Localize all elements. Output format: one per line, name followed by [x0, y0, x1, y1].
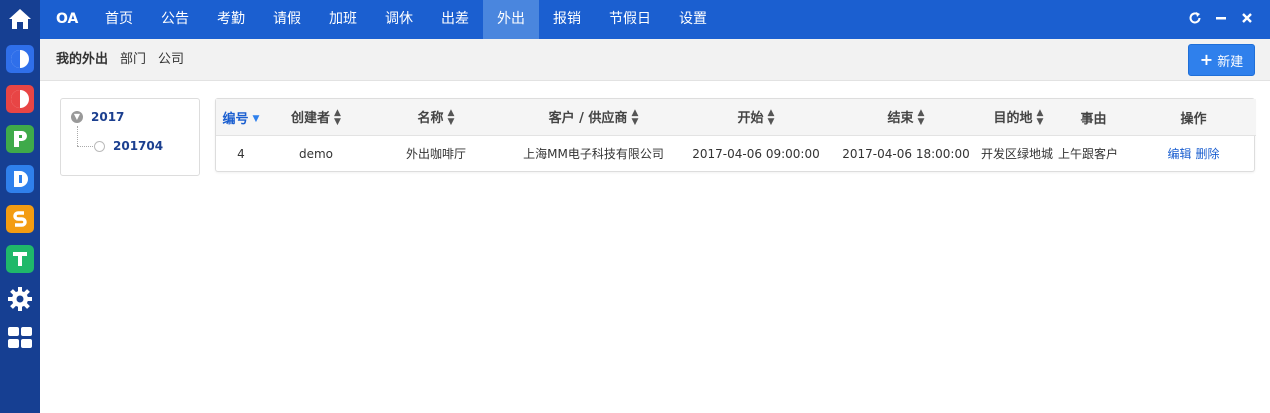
cell-id: 4 — [237, 146, 245, 161]
scope-tabs: 我的外出 部门 公司 — [56, 39, 196, 80]
tree-node-year[interactable]: ▼ 2017 — [71, 110, 124, 124]
tree-node-month[interactable]: 201704 — [94, 139, 163, 153]
table-header-row: 编号 ▼ 创建者 ▲ ▼ 名称 ▲ ▼ 客户 / 供应商 ▲ ▼ 开始 ▲ ▼ 结束 ▲ ▼ 目的地 ▲… — [216, 99, 1256, 136]
grid-apps-icon[interactable] — [6, 324, 34, 352]
plus-icon: + — [1199, 50, 1214, 69]
tab-company[interactable]: 公司 — [158, 39, 184, 80]
tab-my-outing[interactable]: 我的外出 — [56, 39, 108, 80]
home-icon[interactable] — [6, 5, 34, 33]
cell-customer: 上海MM电子科技有限公司 — [523, 147, 664, 161]
nav-home[interactable]: 首页 — [91, 0, 147, 39]
main-menu: 首页 公告 考勤 请假 加班 调休 出差 外出 报销 节假日 设置 — [91, 0, 721, 39]
table-row[interactable]: 4 demo 外出咖啡厅 上海MM电子科技有限公司 2017-04-06 09:… — [216, 136, 1256, 172]
leaf-circle-icon — [94, 140, 105, 152]
nav-leave[interactable]: 请假 — [259, 0, 315, 39]
window-controls — [1182, 0, 1260, 39]
app-sidebar — [0, 0, 40, 413]
nav-announcement[interactable]: 公告 — [147, 0, 203, 39]
cell-actions: 编辑 删除 — [1131, 136, 1256, 172]
app-s-icon[interactable] — [6, 205, 34, 233]
tree-connector — [77, 126, 78, 146]
app-o-icon[interactable] — [6, 85, 34, 113]
app-p-icon[interactable] — [6, 125, 34, 153]
chevron-down-icon[interactable]: ▼ — [71, 111, 83, 123]
edit-link[interactable]: 编辑 — [1167, 147, 1191, 161]
sort-icon: ▲ ▼ — [447, 108, 455, 128]
nav-reimbursement[interactable]: 报销 — [539, 0, 595, 39]
cell-creator: demo — [298, 146, 334, 161]
minimize-icon[interactable] — [1208, 11, 1234, 29]
app-c-icon[interactable] — [6, 45, 34, 73]
brand-logo[interactable]: OA — [56, 0, 78, 39]
app-t-icon[interactable] — [6, 245, 34, 273]
col-header-start[interactable]: 开始 ▲ ▼ — [681, 99, 831, 136]
new-button-label: 新建 — [1217, 54, 1244, 70]
top-navbar: OA 首页 公告 考勤 请假 加班 调休 出差 外出 报销 节假日 设置 — [40, 0, 1270, 39]
nav-attendance[interactable]: 考勤 — [203, 0, 259, 39]
nav-outing[interactable]: 外出 — [483, 0, 539, 39]
nav-business-trip[interactable]: 出差 — [427, 0, 483, 39]
tab-department[interactable]: 部门 — [120, 39, 146, 80]
gear-icon[interactable] — [6, 285, 34, 313]
tree-connector — [77, 146, 93, 147]
nav-overtime[interactable]: 加班 — [315, 0, 371, 39]
app-d-icon[interactable] — [6, 165, 34, 193]
sort-icon: ▲ ▼ — [917, 108, 925, 128]
col-header-destination[interactable]: 目的地 ▲ ▼ — [981, 99, 1056, 136]
col-header-customer[interactable]: 客户 / 供应商 ▲ ▼ — [506, 99, 681, 136]
delete-link[interactable]: 删除 — [1196, 147, 1220, 161]
nav-compensatory[interactable]: 调休 — [371, 0, 427, 39]
refresh-icon[interactable] — [1182, 11, 1208, 29]
cell-end: 2017-04-06 18:00:00 — [842, 146, 970, 161]
new-button[interactable]: + 新建 — [1188, 44, 1255, 76]
cell-destination: 开发区绿地城 — [981, 147, 1054, 161]
sub-toolbar: 我的外出 部门 公司 + 新建 — [40, 39, 1270, 81]
close-icon[interactable] — [1234, 11, 1260, 29]
col-header-end[interactable]: 结束 ▲ ▼ — [831, 99, 981, 136]
nav-holidays[interactable]: 节假日 — [595, 0, 665, 39]
col-header-name[interactable]: 名称 ▲ ▼ — [366, 99, 506, 136]
col-header-actions: 操作 — [1131, 99, 1256, 136]
sort-desc-icon: ▼ — [252, 113, 260, 124]
cell-reason: 上午跟客户 — [1058, 147, 1119, 161]
col-header-creator[interactable]: 创建者 ▲ ▼ — [266, 99, 366, 136]
tree-node-label: 201704 — [113, 139, 164, 153]
outing-table: 编号 ▼ 创建者 ▲ ▼ 名称 ▲ ▼ 客户 / 供应商 ▲ ▼ 开始 ▲ ▼ 结束 ▲ ▼ 目的地 ▲… — [215, 98, 1256, 172]
sort-icon: ▲ ▼ — [767, 108, 775, 128]
sort-icon: ▲ ▼ — [334, 108, 341, 128]
sort-icon: ▲ ▼ — [1036, 108, 1044, 128]
tree-node-label: 2017 — [91, 110, 125, 124]
nav-settings[interactable]: 设置 — [665, 0, 721, 39]
cell-start: 2017-04-06 09:00:00 — [692, 146, 820, 161]
col-header-reason: 事由 — [1056, 99, 1131, 136]
cell-name: 外出咖啡厅 — [405, 147, 466, 161]
col-header-id[interactable]: 编号 ▼ — [216, 99, 266, 136]
sort-icon: ▲ ▼ — [631, 108, 639, 128]
date-tree: ▼ 2017 201704 — [60, 98, 200, 176]
